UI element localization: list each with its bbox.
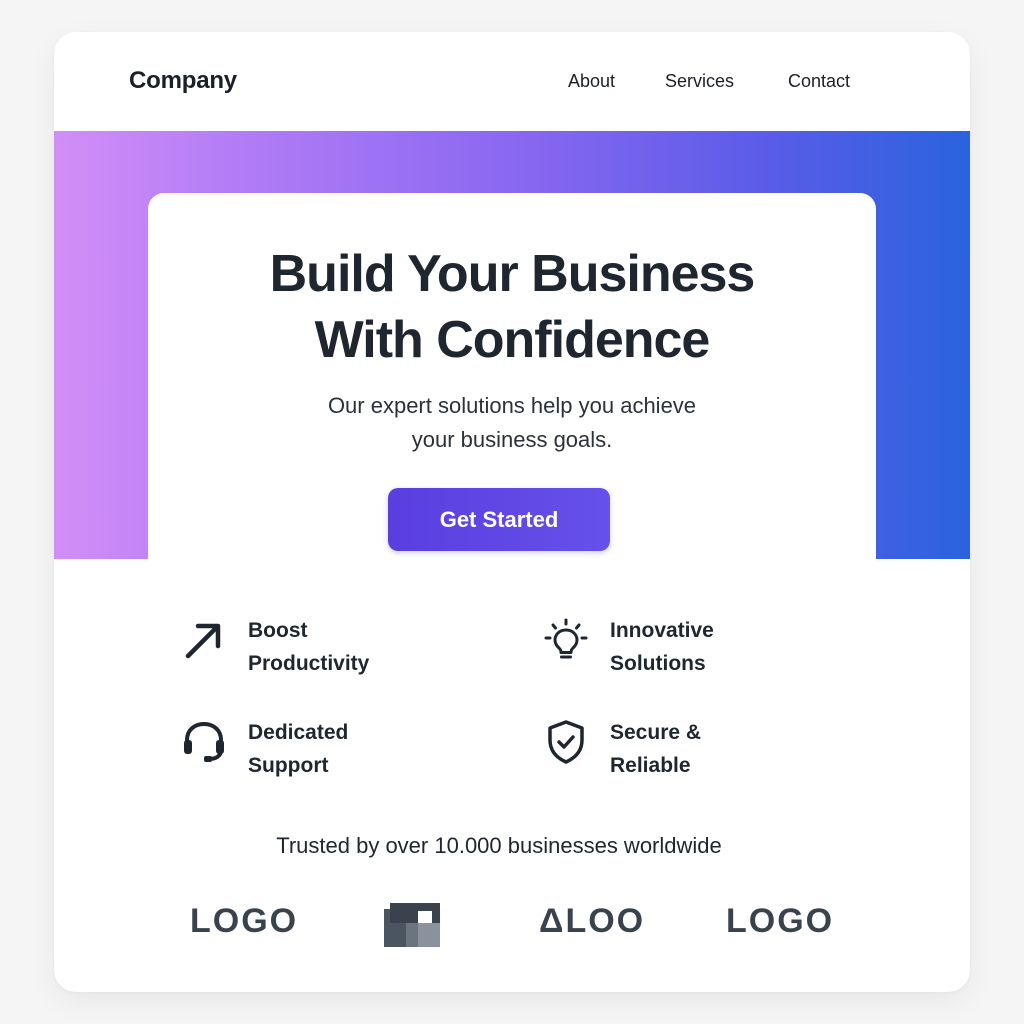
hero-subtitle-line1: Our expert solutions help you achieve [327,393,697,418]
feature-boost-productivity: Boost Productivity [180,614,480,684]
feature-label-line1: Innovative [610,619,714,642]
feature-dedicated-support: Dedicated Support [180,716,480,786]
brand-logo[interactable]: Company [129,67,237,95]
partner-logo-1: LOGO [190,902,299,940]
hero-subtitle-line2: your business goals. [411,427,613,452]
feature-secure-reliable: Secure & Reliable [542,716,842,786]
block-logo-icon [384,903,440,947]
hero-title: Build Your Business With Confidence [148,241,876,373]
nav-link-contact[interactable]: Contact [788,71,850,92]
feature-label-line1: Dedicated [248,721,349,744]
hero-title-line2: With Confidence [314,311,711,369]
nav-link-about[interactable]: About [568,71,615,92]
feature-label: Boost Productivity [248,614,468,680]
arrow-up-right-icon [185,623,221,659]
feature-label: Dedicated Support [248,716,468,782]
feature-label: Secure & Reliable [610,716,830,782]
page-card: Company About Services Contact Build You… [54,32,970,992]
feature-label-line2: Support [248,754,329,777]
partner-logo-4: LOGO [726,902,835,940]
feature-innovative-solutions: Innovative Solutions [542,614,842,684]
lightbulb-icon [544,618,588,659]
feature-label-line1: Secure & [610,721,702,744]
feature-label-line2: Solutions [610,652,706,675]
get-started-button[interactable]: Get Started [388,488,610,551]
feature-label: Innovative Solutions [610,614,830,680]
headset-icon [184,722,224,762]
feature-label-line2: Productivity [248,652,370,675]
shield-check-icon [548,720,584,764]
site-header: Company About Services Contact [54,32,970,131]
hero-panel: Build Your Business With Confidence Our … [148,193,876,593]
feature-label-line1: Boost [248,619,308,642]
hero-subtitle: Our expert solutions help you achieve yo… [148,389,876,457]
nav-link-services[interactable]: Services [665,71,734,92]
trusted-by-text: Trusted by over 10.000 businesses worldw… [276,833,722,858]
hero-title-line1: Build Your Business [269,245,756,303]
partner-logo-3: ΔLOO [539,902,646,940]
feature-label-line2: Reliable [610,754,691,777]
